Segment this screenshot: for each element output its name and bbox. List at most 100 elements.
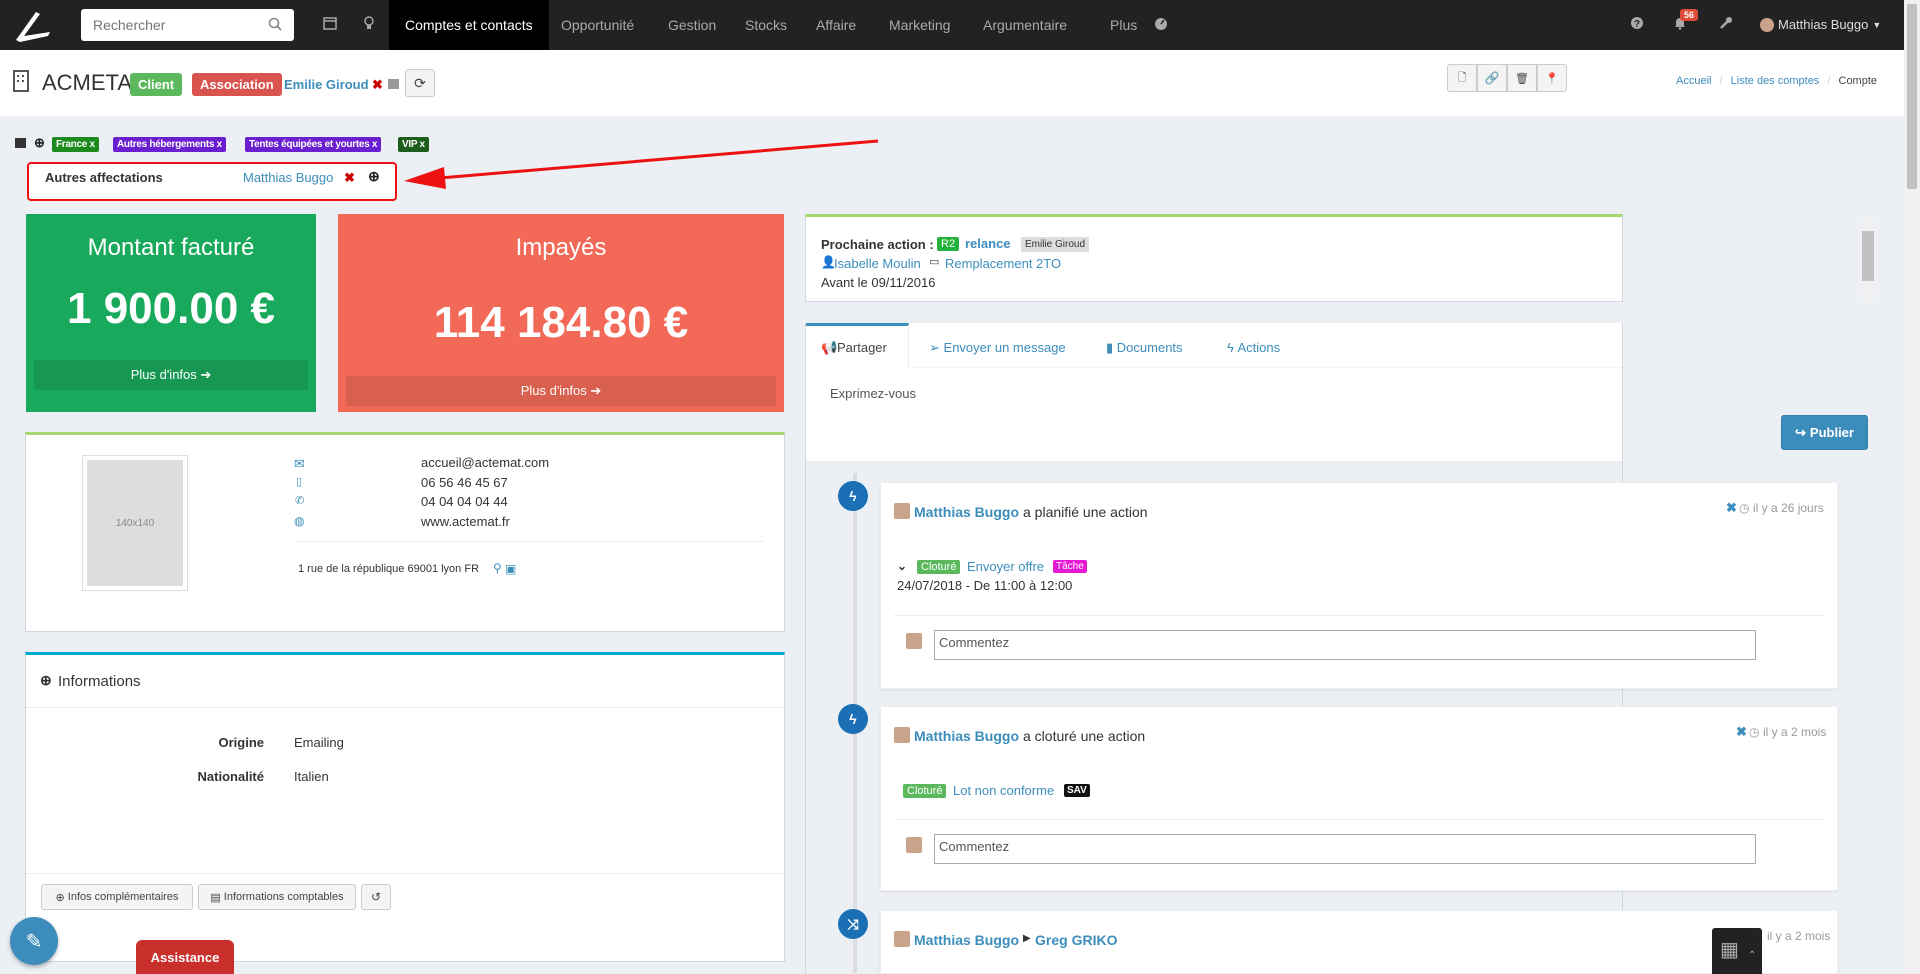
avatar: [894, 727, 910, 743]
affectation-user-link[interactable]: Matthias Buggo: [243, 170, 333, 185]
timeline-user-link[interactable]: Matthias Buggo: [914, 932, 1019, 948]
contact-mobile[interactable]: 06 56 46 45 67: [421, 475, 508, 490]
pdf-button[interactable]: 🗋: [1447, 64, 1477, 92]
remove-owner-icon[interactable]: ✖: [372, 77, 383, 93]
money-icon: ▭: [929, 256, 940, 268]
logo-icon[interactable]: [10, 6, 54, 46]
origine-label: Origine: [218, 735, 264, 750]
nav-gestion[interactable]: Gestion: [652, 0, 732, 50]
share-input[interactable]: Exprimez-vous: [830, 386, 916, 401]
publish-button[interactable]: ↪ Publier: [1781, 415, 1868, 450]
divider: [294, 541, 764, 542]
wrench-icon[interactable]: [1719, 16, 1733, 30]
nav-plus[interactable]: Plus: [1094, 0, 1153, 50]
publish-label: Publier: [1809, 425, 1854, 440]
edit-fab-button[interactable]: ✎: [10, 917, 58, 965]
opportunity-link[interactable]: Remplacement 2TO: [945, 256, 1061, 271]
placeholder-text: 140x140: [87, 460, 183, 586]
refresh-button[interactable]: ⟳: [405, 69, 435, 97]
history-button[interactable]: ↺: [361, 884, 391, 910]
breadcrumb-liste-comptes[interactable]: Liste des comptes: [1731, 75, 1820, 87]
help-icon[interactable]: ?: [1630, 16, 1644, 30]
tab-partager-label: Partager: [837, 340, 887, 355]
bolt-icon: ϟ: [1227, 340, 1234, 355]
map-button[interactable]: 📍: [1537, 64, 1567, 92]
close-icon[interactable]: ✖: [1736, 724, 1747, 740]
action-subject-link[interactable]: Envoyer offre: [967, 559, 1044, 574]
contact-email[interactable]: accueil@actemat.com: [421, 455, 549, 470]
user-name: Matthias Buggo: [1778, 17, 1869, 32]
timeline-target-link[interactable]: Greg GRIKO: [1035, 932, 1117, 948]
tab-partager[interactable]: 📢 Partager: [806, 323, 909, 368]
scrollbar-thumb[interactable]: [1862, 231, 1874, 281]
tag-tentes-equipees[interactable]: Tentes équipées et yourtes x: [245, 137, 382, 152]
shuffle-icon: ⤨: [838, 909, 868, 939]
link-icon: 🔗: [1484, 71, 1500, 85]
comment-input[interactable]: Commentez: [934, 834, 1756, 864]
nav-opportunite[interactable]: Opportunité: [545, 0, 650, 50]
link-button[interactable]: 🔗: [1477, 64, 1507, 92]
action-subject-link[interactable]: Lot non conforme: [953, 783, 1054, 798]
contact-website[interactable]: www.actemat.fr: [421, 514, 510, 529]
nav-affaire[interactable]: Affaire: [800, 0, 872, 50]
add-tag-icon[interactable]: ⊕: [34, 135, 45, 151]
tab-documents[interactable]: ▮ Documents: [1106, 340, 1183, 356]
close-icon[interactable]: ✖: [1726, 500, 1737, 516]
dashboard-icon[interactable]: [1154, 16, 1168, 30]
page-scrollbar-thumb[interactable]: [1907, 4, 1917, 189]
tag-france[interactable]: France x: [52, 137, 99, 152]
lightbulb-icon[interactable]: [364, 16, 374, 30]
owner-link[interactable]: Emilie Giroud: [284, 77, 369, 92]
breadcrumb-accueil[interactable]: Accueil: [1676, 75, 1711, 87]
tab-envoyer-message[interactable]: ➢ Envoyer un message: [929, 340, 1066, 356]
calendar-icon[interactable]: [323, 16, 337, 30]
chevron-down-icon[interactable]: ⌄: [897, 559, 907, 573]
archive-tag-icon[interactable]: [15, 138, 26, 148]
nationalite-label: Nationalité: [197, 769, 264, 784]
tab-bar: 📢 Partager ➢ Envoyer un message ▮ Docume…: [806, 323, 1622, 368]
map-icon[interactable]: ▣: [505, 562, 516, 576]
archive-icon[interactable]: [388, 79, 399, 89]
map-marker-icon[interactable]: ⚲: [493, 561, 502, 575]
assistance-button[interactable]: Assistance: [136, 940, 234, 974]
calendar-widget[interactable]: ▦ ⌃: [1712, 928, 1762, 974]
scrollbar[interactable]: [1861, 217, 1875, 303]
avatar: [1760, 17, 1774, 32]
avatar: [906, 633, 922, 649]
timeline-user-link[interactable]: Matthias Buggo: [914, 728, 1019, 744]
comment-input[interactable]: Commentez: [934, 630, 1756, 660]
unpaid-more-link[interactable]: Plus d'infos ➔: [346, 376, 776, 406]
nav-marketing[interactable]: Marketing: [873, 0, 966, 50]
search-icon[interactable]: [268, 17, 282, 31]
billed-more-link[interactable]: Plus d'infos ➔: [34, 360, 308, 390]
infos-complementaires-button[interactable]: ⊕ Infos complémentaires: [41, 884, 193, 910]
search-input[interactable]: [81, 9, 256, 41]
contact-link[interactable]: Isabelle Moulin: [834, 256, 921, 271]
timeline-time: il y a 2 mois: [1767, 929, 1831, 943]
unpaid-box: Impayés 114 184.80 € Plus d'infos ➔: [338, 214, 784, 412]
plus-circle-icon[interactable]: ⊕: [40, 672, 52, 689]
unpaid-title: Impayés: [515, 234, 607, 261]
tag-autres-hebergements[interactable]: Autres hébergements x: [113, 137, 226, 152]
nav-stocks[interactable]: Stocks: [729, 0, 803, 50]
delete-button[interactable]: 🗑: [1507, 64, 1537, 92]
label-client: Client: [130, 73, 183, 96]
refresh-icon: ⟳: [414, 74, 426, 91]
timeline-user-link[interactable]: Matthias Buggo: [914, 504, 1019, 520]
add-affectation-icon[interactable]: ⊕: [368, 168, 380, 185]
annotation-arrow: [404, 139, 879, 189]
contact-phone[interactable]: 04 04 04 04 44: [421, 494, 508, 509]
nav-argumentaire[interactable]: Argumentaire: [967, 0, 1083, 50]
billed-more-label: Plus d'infos: [130, 367, 197, 382]
informations-comptables-button[interactable]: ▤ Informations comptables: [198, 884, 356, 910]
user-menu[interactable]: Matthias Buggo ▼: [1760, 17, 1881, 32]
timeline-time: il y a 2 mois: [1763, 725, 1827, 739]
next-action-link[interactable]: relance: [965, 236, 1011, 251]
timeline-item: Matthias Buggo ▶ Greg GRIKO il y a 2 moi…: [880, 910, 1838, 974]
remove-affectation-icon[interactable]: ✖: [344, 170, 355, 186]
unpaid-value: 114 184.80 €: [433, 298, 689, 347]
assistance-label: Assistance: [150, 949, 220, 965]
tab-actions[interactable]: ϟ Actions: [1227, 340, 1280, 355]
nav-comptes-contacts[interactable]: Comptes et contacts: [389, 0, 549, 50]
page-scrollbar[interactable]: [1904, 0, 1920, 974]
